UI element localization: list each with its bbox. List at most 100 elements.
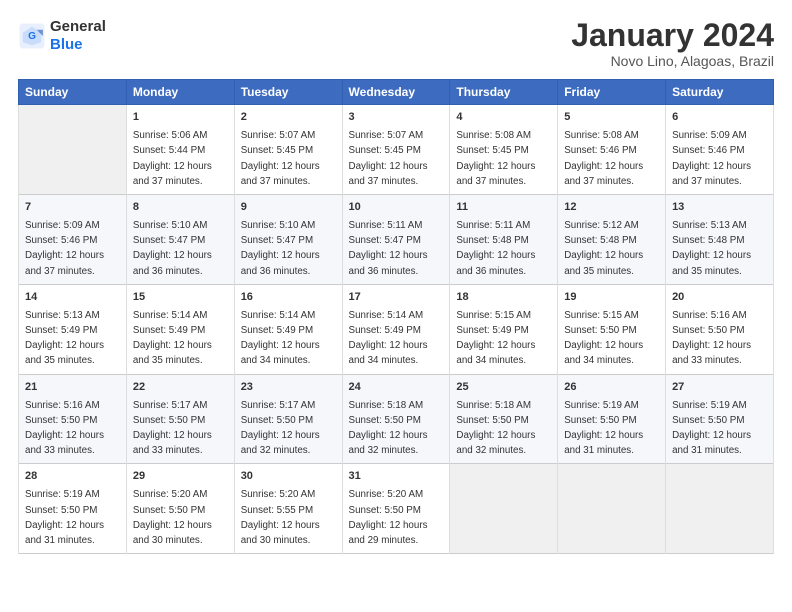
- day-number: 6: [672, 110, 767, 126]
- calendar-week-row: 28Sunrise: 5:19 AMSunset: 5:50 PMDayligh…: [19, 464, 774, 554]
- calendar-cell: 9 Sunrise: 5:10 AMSunset: 5:47 PMDaylight…: [234, 195, 342, 285]
- day-info: Sunrise: 5:20 AMSunset: 5:50 PMDaylight:…: [133, 489, 212, 546]
- weekday-header: Tuesday: [234, 80, 342, 105]
- calendar-cell: 29 Sunrise: 5:20 AMSunset: 5:50 PMDayligh…: [126, 464, 234, 554]
- day-number: 1: [133, 110, 228, 126]
- weekday-header: Friday: [558, 80, 666, 105]
- header: G General Blue January 2024 Novo Lino, A…: [18, 18, 774, 69]
- calendar-cell: 14Sunrise: 5:13 AMSunset: 5:49 PMDayligh…: [19, 284, 127, 374]
- day-info: Sunrise: 5:07 AMSunset: 5:45 PMDaylight:…: [349, 130, 428, 187]
- day-info: Sunrise: 5:13 AMSunset: 5:48 PMDaylight:…: [672, 220, 751, 277]
- calendar-cell: 12 Sunrise: 5:12 AMSunset: 5:48 PMDayligh…: [558, 195, 666, 285]
- day-number: 31: [349, 469, 444, 485]
- day-number: 5: [564, 110, 659, 126]
- day-info: Sunrise: 5:18 AMSunset: 5:50 PMDaylight:…: [456, 400, 535, 457]
- day-info: Sunrise: 5:13 AMSunset: 5:49 PMDaylight:…: [25, 310, 104, 367]
- day-number: 3: [349, 110, 444, 126]
- calendar-cell: 26Sunrise: 5:19 AMSunset: 5:50 PMDayligh…: [558, 374, 666, 464]
- day-number: 2: [241, 110, 336, 126]
- calendar-cell: 22 Sunrise: 5:17 AMSunset: 5:50 PMDayligh…: [126, 374, 234, 464]
- calendar-cell: 30Sunrise: 5:20 AMSunset: 5:55 PMDayligh…: [234, 464, 342, 554]
- day-number: 23: [241, 380, 336, 396]
- calendar-cell: 27 Sunrise: 5:19 AMSunset: 5:50 PMDayligh…: [666, 374, 774, 464]
- day-info: Sunrise: 5:15 AMSunset: 5:49 PMDaylight:…: [456, 310, 535, 367]
- day-info: Sunrise: 5:19 AMSunset: 5:50 PMDaylight:…: [564, 400, 643, 457]
- calendar-cell: 18 Sunrise: 5:15 AMSunset: 5:49 PMDayligh…: [450, 284, 558, 374]
- day-number: 27: [672, 380, 767, 396]
- day-number: 9: [241, 200, 336, 216]
- logo-blue: Blue: [50, 36, 83, 53]
- calendar-cell: 21 Sunrise: 5:16 AMSunset: 5:50 PMDayligh…: [19, 374, 127, 464]
- day-info: Sunrise: 5:11 AMSunset: 5:48 PMDaylight:…: [456, 220, 535, 277]
- calendar-cell: 7Sunrise: 5:09 AMSunset: 5:46 PMDaylight…: [19, 195, 127, 285]
- weekday-header: Thursday: [450, 80, 558, 105]
- calendar-cell: 5 Sunrise: 5:08 AMSunset: 5:46 PMDaylight…: [558, 105, 666, 195]
- calendar-week-row: 7Sunrise: 5:09 AMSunset: 5:46 PMDaylight…: [19, 195, 774, 285]
- calendar-cell: [19, 105, 127, 195]
- day-number: 29: [133, 469, 228, 485]
- day-number: 8: [133, 200, 228, 216]
- calendar-cell: 3 Sunrise: 5:07 AMSunset: 5:45 PMDaylight…: [342, 105, 450, 195]
- day-number: 20: [672, 290, 767, 306]
- day-number: 22: [133, 380, 228, 396]
- day-number: 12: [564, 200, 659, 216]
- day-number: 4: [456, 110, 551, 126]
- day-info: Sunrise: 5:18 AMSunset: 5:50 PMDaylight:…: [349, 400, 428, 457]
- calendar-cell: 8 Sunrise: 5:10 AMSunset: 5:47 PMDaylight…: [126, 195, 234, 285]
- weekday-header: Saturday: [666, 80, 774, 105]
- weekday-header-row: SundayMondayTuesdayWednesdayThursdayFrid…: [19, 80, 774, 105]
- day-info: Sunrise: 5:08 AMSunset: 5:45 PMDaylight:…: [456, 130, 535, 187]
- day-info: Sunrise: 5:10 AMSunset: 5:47 PMDaylight:…: [241, 220, 320, 277]
- day-number: 19: [564, 290, 659, 306]
- calendar-week-row: 1 Sunrise: 5:06 AMSunset: 5:44 PMDaylight…: [19, 105, 774, 195]
- location: Novo Lino, Alagoas, Brazil: [571, 53, 774, 69]
- calendar-cell: 16 Sunrise: 5:14 AMSunset: 5:49 PMDayligh…: [234, 284, 342, 374]
- day-number: 13: [672, 200, 767, 216]
- month-title: January 2024: [571, 18, 774, 53]
- day-number: 17: [349, 290, 444, 306]
- calendar-cell: 25 Sunrise: 5:18 AMSunset: 5:50 PMDayligh…: [450, 374, 558, 464]
- calendar-cell: 4 Sunrise: 5:08 AMSunset: 5:45 PMDaylight…: [450, 105, 558, 195]
- day-number: 16: [241, 290, 336, 306]
- day-info: Sunrise: 5:12 AMSunset: 5:48 PMDaylight:…: [564, 220, 643, 277]
- day-info: Sunrise: 5:10 AMSunset: 5:47 PMDaylight:…: [133, 220, 212, 277]
- day-info: Sunrise: 5:19 AMSunset: 5:50 PMDaylight:…: [672, 400, 751, 457]
- day-info: Sunrise: 5:17 AMSunset: 5:50 PMDaylight:…: [241, 400, 320, 457]
- day-number: 21: [25, 380, 120, 396]
- day-info: Sunrise: 5:14 AMSunset: 5:49 PMDaylight:…: [133, 310, 212, 367]
- day-number: 30: [241, 469, 336, 485]
- day-number: 25: [456, 380, 551, 396]
- weekday-header: Monday: [126, 80, 234, 105]
- calendar-cell: 19Sunrise: 5:15 AMSunset: 5:50 PMDayligh…: [558, 284, 666, 374]
- day-info: Sunrise: 5:07 AMSunset: 5:45 PMDaylight:…: [241, 130, 320, 187]
- day-info: Sunrise: 5:09 AMSunset: 5:46 PMDaylight:…: [672, 130, 751, 187]
- day-info: Sunrise: 5:14 AMSunset: 5:49 PMDaylight:…: [241, 310, 320, 367]
- logo-icon: G: [18, 22, 46, 50]
- weekday-header: Sunday: [19, 80, 127, 105]
- day-info: Sunrise: 5:16 AMSunset: 5:50 PMDaylight:…: [25, 400, 104, 457]
- calendar-cell: 31 Sunrise: 5:20 AMSunset: 5:50 PMDayligh…: [342, 464, 450, 554]
- day-info: Sunrise: 5:06 AMSunset: 5:44 PMDaylight:…: [133, 130, 212, 187]
- calendar-cell: 20Sunrise: 5:16 AMSunset: 5:50 PMDayligh…: [666, 284, 774, 374]
- day-number: 11: [456, 200, 551, 216]
- title-block: January 2024 Novo Lino, Alagoas, Brazil: [571, 18, 774, 69]
- day-info: Sunrise: 5:08 AMSunset: 5:46 PMDaylight:…: [564, 130, 643, 187]
- calendar-cell: 2 Sunrise: 5:07 AMSunset: 5:45 PMDaylight…: [234, 105, 342, 195]
- calendar-cell: 6 Sunrise: 5:09 AMSunset: 5:46 PMDaylight…: [666, 105, 774, 195]
- calendar-cell: 1 Sunrise: 5:06 AMSunset: 5:44 PMDaylight…: [126, 105, 234, 195]
- day-number: 24: [349, 380, 444, 396]
- day-info: Sunrise: 5:19 AMSunset: 5:50 PMDaylight:…: [25, 489, 104, 546]
- day-number: 18: [456, 290, 551, 306]
- logo-text: General Blue: [50, 18, 106, 54]
- calendar-cell: 13 Sunrise: 5:13 AMSunset: 5:48 PMDayligh…: [666, 195, 774, 285]
- calendar-cell: 23 Sunrise: 5:17 AMSunset: 5:50 PMDayligh…: [234, 374, 342, 464]
- day-info: Sunrise: 5:17 AMSunset: 5:50 PMDaylight:…: [133, 400, 212, 457]
- calendar-cell: 10Sunrise: 5:11 AMSunset: 5:47 PMDayligh…: [342, 195, 450, 285]
- calendar-cell: 24 Sunrise: 5:18 AMSunset: 5:50 PMDayligh…: [342, 374, 450, 464]
- svg-text:G: G: [28, 31, 36, 42]
- calendar-cell: [558, 464, 666, 554]
- day-info: Sunrise: 5:20 AMSunset: 5:50 PMDaylight:…: [349, 489, 428, 546]
- calendar-cell: [666, 464, 774, 554]
- logo: G General Blue: [18, 18, 106, 54]
- calendar-cell: 11 Sunrise: 5:11 AMSunset: 5:48 PMDayligh…: [450, 195, 558, 285]
